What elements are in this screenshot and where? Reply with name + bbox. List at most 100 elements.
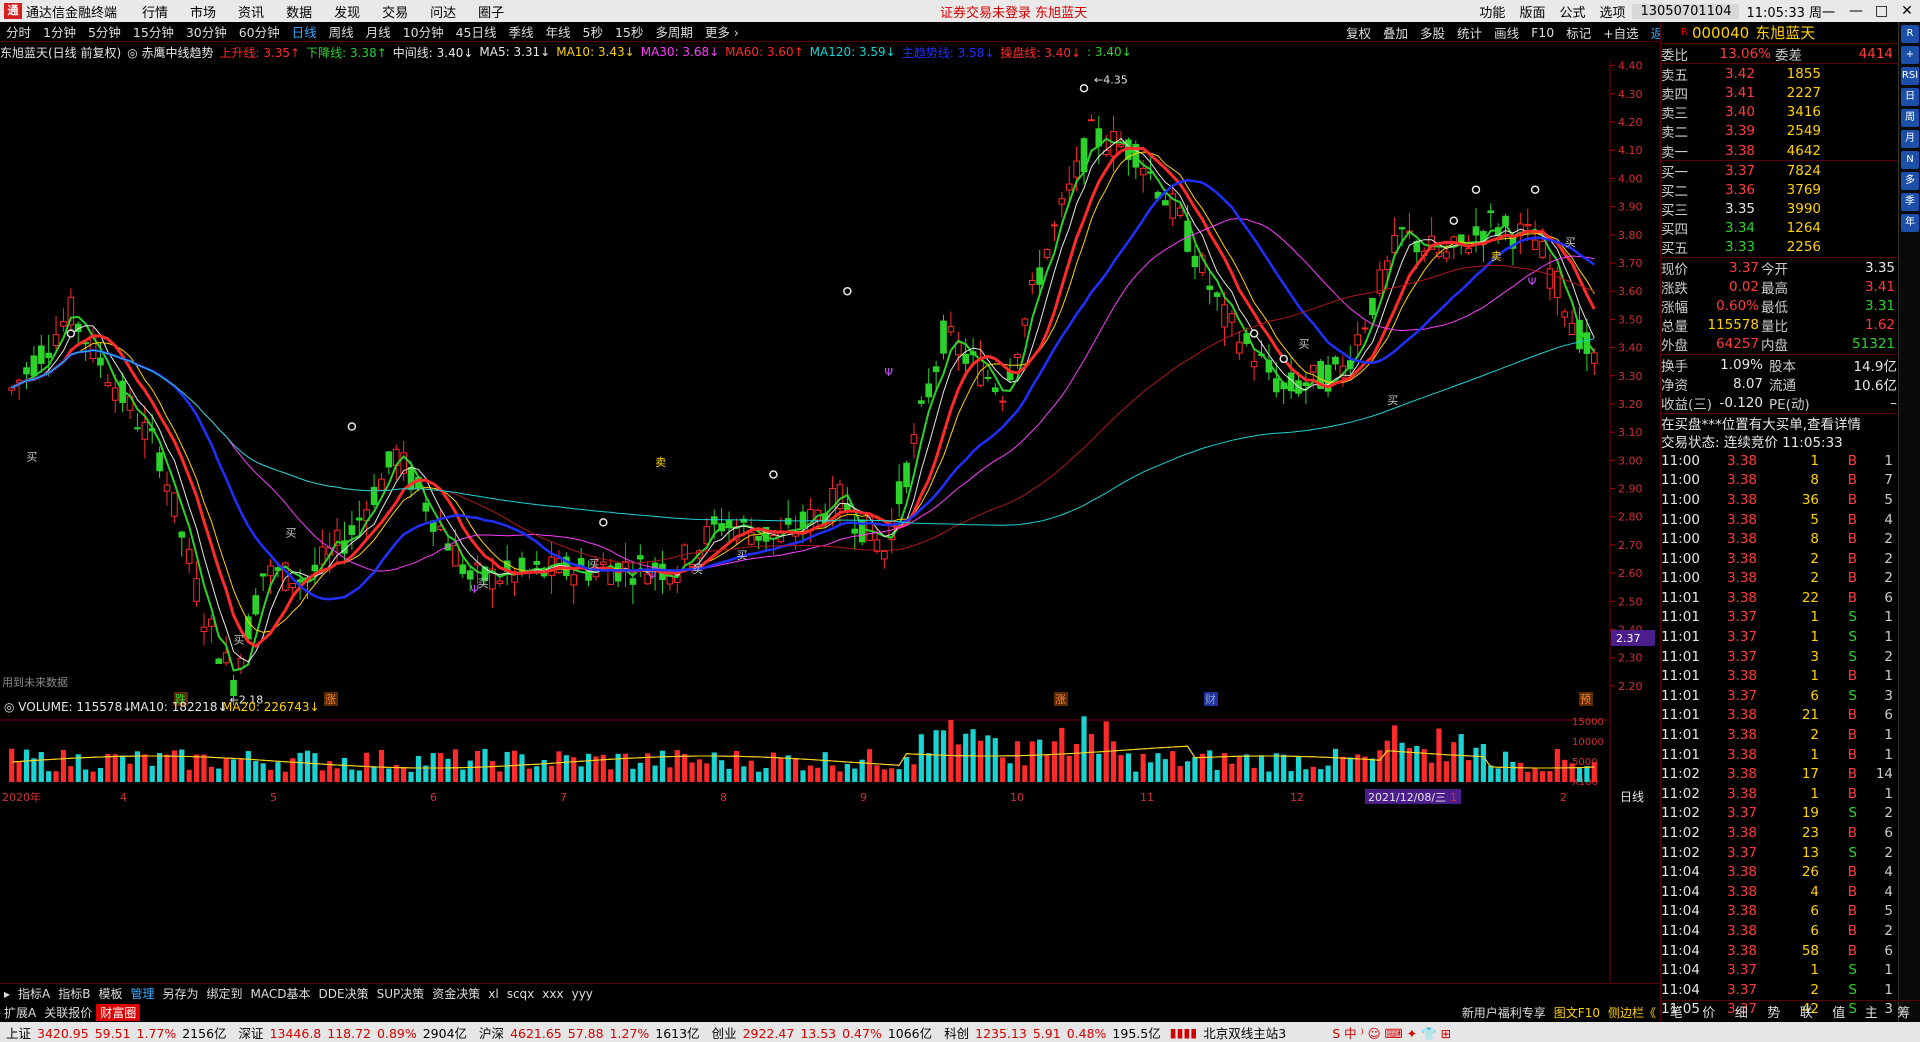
period-tab-0[interactable]: 分时 [0, 22, 37, 41]
index-quote-1[interactable]: 深证 13446.8 118.72 0.89% 2904亿 [233, 1023, 474, 1042]
indicator-tab-11[interactable]: scqx [503, 987, 539, 1001]
tab-arrow-icon[interactable]: ▸ [0, 987, 14, 1001]
period-tab-12[interactable]: 年线 [540, 22, 577, 41]
bid-row-2[interactable]: 买三 3.35 3990 [1661, 200, 1898, 219]
period-tab-16[interactable]: 更多 › [699, 22, 745, 41]
menu-item-0[interactable]: 行情 [131, 2, 179, 21]
index-quote-0[interactable]: 上证 3420.95 59.51 1.77% 2156亿 [0, 1023, 233, 1042]
index-quote-4[interactable]: 科创 1235.13 5.91 0.48% 195.5亿 [938, 1023, 1167, 1042]
right-tab-0[interactable]: 笔 [1670, 1002, 1683, 1021]
promo-link-1[interactable]: 图文F10 [1550, 1004, 1604, 1021]
period-tab-8[interactable]: 月线 [360, 22, 397, 41]
toolbar-btn-0[interactable]: 复权 [1340, 23, 1377, 42]
promo-link-2[interactable]: 侧边栏《 [1604, 1004, 1660, 1021]
ask-row-4[interactable]: 卖一 3.38 4642 [1661, 141, 1898, 161]
bid-row-3[interactable]: 买四 3.34 1264 [1661, 219, 1898, 238]
toolbar-btn-6[interactable]: 标记 [1560, 23, 1597, 42]
right-tab-2[interactable]: 细 [1735, 1002, 1748, 1021]
toolbar-btn-5[interactable]: F10 [1525, 25, 1560, 40]
bid-row-1[interactable]: 买二 3.36 3769 [1661, 180, 1898, 200]
right-tab-5[interactable]: 值 [1832, 1002, 1845, 1021]
ext-tab-1[interactable]: 关联报价 [40, 1004, 96, 1021]
period-tab-2[interactable]: 5分钟 [82, 22, 127, 41]
bid-row-4[interactable]: 买五 3.33 2256 [1661, 238, 1898, 257]
period-tab-11[interactable]: 季线 [503, 22, 540, 41]
server-name[interactable]: 北京双线主站3 [1200, 1023, 1289, 1042]
indicator-tab-10[interactable]: xl [484, 987, 502, 1001]
wealth-circle-tab[interactable]: 财富圈 [96, 1003, 141, 1021]
period-tab-5[interactable]: 60分钟 [233, 22, 286, 41]
period-tab-15[interactable]: 多周期 [649, 22, 699, 41]
menu-item-6[interactable]: 问达 [419, 2, 467, 21]
bid-row-0[interactable]: 买一 3.37 7824 [1661, 161, 1898, 181]
period-tab-13[interactable]: 5秒 [577, 22, 609, 41]
toolbar-btn-4[interactable]: 画线 [1488, 23, 1525, 42]
right-menu-item-0[interactable]: 功能 [1472, 2, 1512, 21]
ask-row-1[interactable]: 卖四 3.41 2227 [1661, 83, 1898, 103]
period-tab-7[interactable]: 周线 [323, 22, 360, 41]
menu-item-1[interactable]: 市场 [179, 2, 227, 21]
side-tool-icon-7[interactable]: 多 [1901, 172, 1919, 190]
side-tool-icon-4[interactable]: 周 [1901, 109, 1919, 127]
toolbar-btn-1[interactable]: 叠加 [1377, 23, 1414, 42]
menu-item-5[interactable]: 交易 [371, 2, 419, 21]
tick-list[interactable]: 11:00 3.38 1 B 1 11:00 3.38 8 B 7 11:00 3.38 36 B 5 11:… [1661, 451, 1898, 1019]
indicator-tab-3[interactable]: 管理 [127, 985, 159, 1002]
indicator-tab-12[interactable]: xxx [538, 987, 567, 1001]
login-notice[interactable]: 证券交易未登录 东旭蓝天 [940, 2, 1087, 21]
minimize-icon[interactable]: — [1842, 3, 1868, 19]
period-tab-9[interactable]: 10分钟 [397, 22, 450, 41]
right-menu-item-1[interactable]: 版面 [1512, 2, 1552, 21]
side-tool-icon-2[interactable]: RSI [1901, 67, 1919, 85]
ask-row-3[interactable]: 卖二 3.39 2549 [1661, 122, 1898, 141]
indicator-tab-5[interactable]: 绑定到 [203, 985, 247, 1002]
close-icon[interactable]: ✕ [1894, 3, 1920, 19]
period-tab-6[interactable]: 日线 [286, 22, 323, 41]
indicator-tab-0[interactable]: 指标A [14, 985, 54, 1002]
ask-row-2[interactable]: 卖三 3.40 3416 [1661, 103, 1898, 122]
toolbar-btn-7[interactable]: +自选 [1597, 23, 1644, 42]
kline-chart[interactable]: 4.40 4.30 4.20 4.10 4.00 3.90 3.80 3.70 3.60 3.50… [0, 60, 1660, 982]
maximize-icon[interactable]: □ [1868, 3, 1894, 19]
period-tab-14[interactable]: 15秒 [609, 22, 649, 41]
indicator-tab-8[interactable]: SUP决策 [373, 985, 429, 1002]
ask-row-0[interactable]: 卖五 3.42 1855 [1661, 64, 1898, 84]
right-tab-6[interactable]: 主 [1865, 1002, 1878, 1021]
promo-link-0[interactable]: 新用户福利专享 [1458, 1004, 1550, 1021]
side-tool-icon-9[interactable]: 年 [1901, 214, 1919, 232]
side-tool-icon-0[interactable]: R [1901, 25, 1919, 43]
side-tool-icon-5[interactable]: 月 [1901, 130, 1919, 148]
big-order-notice[interactable]: 在买盘***位置有大买单,查看详情 [1661, 412, 1898, 433]
period-tab-1[interactable]: 1分钟 [37, 22, 82, 41]
side-tool-icon-3[interactable]: 日 [1901, 88, 1919, 106]
period-tab-10[interactable]: 45日线 [450, 22, 503, 41]
indicator-tab-7[interactable]: DDE决策 [315, 985, 373, 1002]
right-tab-3[interactable]: 势 [1767, 1002, 1780, 1021]
index-quote-2[interactable]: 沪深 4621.65 57.88 1.27% 1613亿 [473, 1023, 706, 1042]
side-tool-icon-6[interactable]: N [1901, 151, 1919, 169]
menu-item-3[interactable]: 数据 [275, 2, 323, 21]
index-quote-3[interactable]: 创业 2922.47 13.53 0.47% 1066亿 [706, 1023, 939, 1042]
indicator-tab-2[interactable]: 模板 [94, 985, 126, 1002]
indicator-tab-6[interactable]: MACD基本 [247, 985, 315, 1002]
toolbar-btn-3[interactable]: 统计 [1451, 23, 1488, 42]
right-menu-item-2[interactable]: 公式 [1552, 2, 1592, 21]
toolbar-btn-2[interactable]: 多股 [1414, 23, 1451, 42]
indicator-tab-1[interactable]: 指标B [54, 985, 94, 1002]
account-id[interactable]: 13050701104 [1632, 3, 1740, 19]
indicator-tab-13[interactable]: yyy [568, 987, 597, 1001]
indicator-tab-9[interactable]: 资金决策 [428, 985, 484, 1002]
indicator-tab-4[interactable]: 另存为 [159, 985, 203, 1002]
ext-tab-0[interactable]: 扩展A [0, 1004, 40, 1021]
right-tab-1[interactable]: 价 [1702, 1002, 1715, 1021]
ime-icon[interactable]: S 中 ⁾ ☺ ⌨ ✦ 👕 ⊞ [1329, 1023, 1454, 1042]
menu-item-7[interactable]: 圈子 [467, 2, 515, 21]
menu-item-2[interactable]: 资讯 [227, 2, 275, 21]
right-menu-item-3[interactable]: 选项 [1592, 2, 1632, 21]
right-tab-4[interactable]: 联 [1800, 1002, 1813, 1021]
menu-item-4[interactable]: 发现 [323, 2, 371, 21]
side-tool-icon-8[interactable]: 季 [1901, 193, 1919, 211]
period-tab-3[interactable]: 15分钟 [127, 22, 180, 41]
right-tab-7[interactable]: 筹 [1897, 1002, 1910, 1021]
period-tab-4[interactable]: 30分钟 [180, 22, 233, 41]
